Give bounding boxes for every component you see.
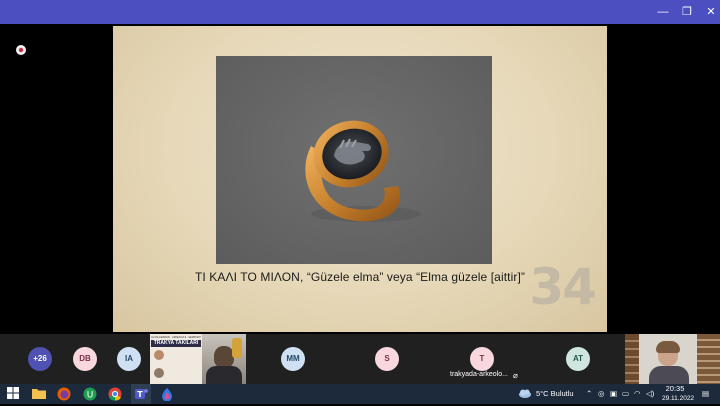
file-explorer-icon[interactable] [32, 387, 46, 401]
presenter-video [202, 334, 246, 384]
presenter-body [206, 366, 242, 384]
presenter-video-tile[interactable]: ULUSLARARASI · ARKEOLOJİ · SEMPOZYUMU TR… [150, 334, 246, 384]
upwork-icon[interactable]: U [83, 387, 97, 401]
poster-speaker-photo [154, 350, 164, 360]
slide-photo [216, 56, 492, 264]
participant-avatar[interactable]: DB [73, 347, 97, 371]
app-icon[interactable] [160, 387, 174, 402]
windows-taskbar: U T 5°C Bulutlu ⌃ ◎ ▣ ▭ ◠ ◁) 20:35 29.11… [0, 384, 720, 404]
participant-avatar[interactable]: MM [281, 347, 305, 371]
battery-icon[interactable]: ▭ [622, 384, 629, 404]
slide-number: 34 [529, 258, 597, 316]
self-body [649, 366, 689, 384]
ring-image [305, 120, 421, 222]
weather-text[interactable]: 5°C Bulutlu [536, 384, 574, 404]
participant-avatar[interactable]: IA [117, 347, 141, 371]
poster-subtitle: ULUSLARARASI · ARKEOLOJİ · SEMPOZYUMU [151, 336, 201, 339]
notifications-icon[interactable]: ▤ [702, 384, 709, 404]
window-titlebar: — ❐ ✕ [0, 0, 720, 24]
minimize-button[interactable]: — [650, 0, 676, 24]
presenter-background-statue [232, 338, 242, 358]
more-participants-button[interactable]: +26 [28, 347, 52, 371]
teams-icon[interactable]: T [134, 387, 148, 401]
tray-app-icon[interactable]: ◎ [598, 384, 605, 404]
tray-chevron-icon[interactable]: ⌃ [586, 384, 592, 404]
clock[interactable]: 20:35 29.11.2022 [662, 384, 695, 404]
tray-app-icon[interactable]: ▣ [610, 384, 617, 404]
poster-title: TRAKYA TAKILARI [151, 340, 201, 347]
self-video-tile[interactable] [625, 334, 720, 384]
volume-icon[interactable]: ◁) [646, 384, 654, 404]
participant-name-label: trakyada-arkeolo... [450, 371, 508, 378]
shared-slide: ΤΙ ΚΑΛΙ ΤΟ ΜΙΛΟΝ, “Güzele elma” veya “El… [113, 26, 607, 332]
clock-time: 20:35 [665, 384, 685, 393]
maximize-button[interactable]: ❐ [674, 0, 700, 24]
self-hair [656, 341, 680, 353]
mic-off-icon: ⌀ [513, 371, 518, 380]
weather-cloud-icon[interactable] [518, 387, 532, 401]
wifi-icon[interactable]: ◠ [634, 384, 641, 404]
chrome-icon[interactable] [108, 387, 122, 401]
recording-indicator-icon [16, 45, 26, 55]
poster-speaker-photo [154, 368, 164, 378]
participant-avatar[interactable]: AT [566, 347, 590, 371]
meeting-stage: ΤΙ ΚΑΛΙ ΤΟ ΜΙΛΟΝ, “Güzele elma” veya “El… [0, 24, 720, 334]
svg-text:T: T [137, 390, 143, 399]
participant-avatar[interactable]: T [470, 347, 494, 371]
participant-avatar[interactable]: S [375, 347, 399, 371]
poster-thumbnail: ULUSLARARASI · ARKEOLOJİ · SEMPOZYUMU TR… [150, 334, 202, 384]
firefox-icon[interactable] [57, 387, 71, 401]
close-button[interactable]: ✕ [698, 0, 720, 24]
presenter-head [214, 346, 234, 368]
bookshelf [697, 334, 720, 384]
windows-icon[interactable] [6, 387, 20, 401]
participant-strip: +26 DB IA ULUSLARARASI · ARKEOLOJİ · SEM… [0, 334, 720, 384]
bookshelf [625, 334, 639, 384]
svg-text:U: U [87, 391, 94, 401]
clock-date: 29.11.2022 [662, 395, 695, 402]
